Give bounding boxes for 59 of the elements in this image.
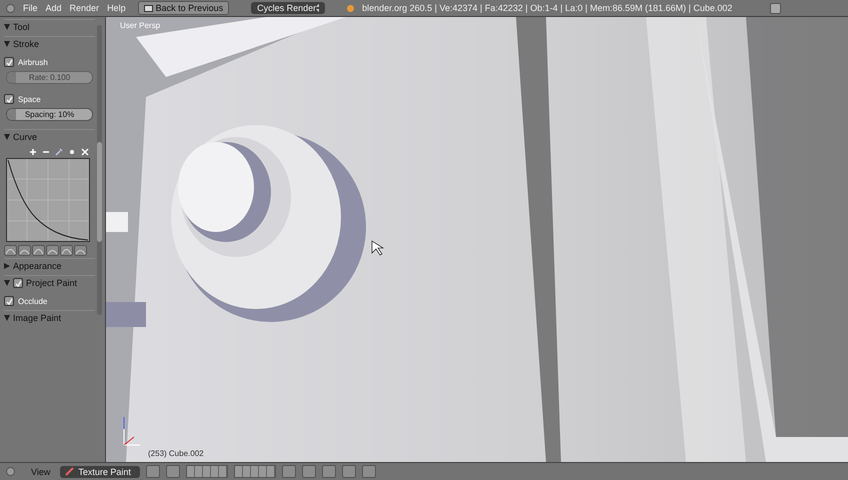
brush-icon — [65, 467, 76, 476]
panel-header[interactable]: Tool — [13, 22, 30, 32]
layer-buttons[interactable] — [234, 465, 276, 478]
shading-icon[interactable] — [146, 465, 160, 478]
fullscreen-icon[interactable] — [770, 2, 782, 14]
checkbox[interactable] — [4, 296, 14, 306]
layer-buttons[interactable] — [186, 465, 228, 478]
scene-stats: blender.org 260.5 | Ve:42374 | Fa:42232 | Ob:1-4 | La:0 | Mem:86.59M (181.66M) | Cube.002 — [362, 3, 732, 13]
curve-preset-icon[interactable] — [32, 245, 45, 256]
panel-header[interactable]: Stroke — [13, 39, 40, 49]
curve-preset-icon[interactable] — [60, 245, 73, 256]
collapse-icon[interactable] — [6, 4, 15, 12]
object-label: (253) Cube.002 — [148, 449, 204, 458]
disclosure-triangle-icon[interactable] — [4, 263, 10, 269]
toolbar-icon[interactable] — [342, 465, 356, 478]
panel-header[interactable]: Project Paint — [26, 278, 78, 288]
disclosure-triangle-icon[interactable] — [4, 24, 10, 30]
close-icon[interactable] — [81, 148, 89, 156]
curve-preset-icon[interactable] — [4, 245, 17, 256]
overlay-icon[interactable] — [166, 465, 180, 478]
panel-header[interactable]: Curve — [13, 132, 38, 142]
checkbox[interactable] — [13, 278, 23, 288]
menu-item[interactable]: Help — [107, 3, 126, 13]
toolbar-icon[interactable] — [362, 465, 376, 478]
checkbox-label: Occlude — [18, 296, 48, 306]
disclosure-triangle-icon[interactable] — [4, 134, 10, 140]
view-label: User Persp — [120, 21, 160, 30]
panel-header[interactable]: Appearance — [13, 261, 62, 271]
plus-icon[interactable] — [29, 148, 37, 156]
blender-logo-icon — [347, 4, 354, 12]
toolbar-icon[interactable] — [322, 465, 336, 478]
menu-item[interactable]: Add — [46, 3, 62, 13]
wrench-icon[interactable] — [55, 148, 63, 156]
toolbar-icon[interactable] — [302, 465, 316, 478]
scrollbar-thumb[interactable] — [97, 142, 102, 242]
back-button[interactable]: Back to Previous — [138, 1, 230, 15]
screen-icon — [144, 4, 153, 12]
panel-header[interactable]: Image Paint — [13, 313, 62, 323]
checkbox-label: Airbrush — [18, 58, 48, 66]
menu-item[interactable]: View — [31, 466, 50, 476]
falloff-curve-graph[interactable] — [6, 158, 90, 242]
checkbox[interactable] — [4, 94, 14, 104]
disclosure-triangle-icon[interactable] — [4, 280, 10, 286]
menu-item[interactable]: File — [23, 3, 38, 13]
disclosure-triangle-icon[interactable] — [4, 315, 10, 321]
curve-preset-icon[interactable] — [46, 245, 59, 256]
curve-preset-icon[interactable] — [74, 245, 87, 256]
dot-icon[interactable] — [68, 148, 76, 156]
curve-preset-icon[interactable] — [18, 245, 31, 256]
checkbox[interactable] — [4, 57, 14, 67]
checkbox-label: Space — [18, 94, 41, 104]
toolbar-icon[interactable] — [282, 465, 296, 478]
render-engine-dropdown[interactable]: Cycles Render — [251, 2, 326, 14]
collapse-icon[interactable] — [6, 467, 15, 476]
slider[interactable]: Spacing: 10% — [6, 108, 93, 121]
disclosure-triangle-icon[interactable] — [4, 41, 10, 47]
updown-arrows-icon — [316, 4, 320, 12]
menu-item[interactable]: Render — [70, 3, 100, 13]
mode-dropdown[interactable]: Texture Paint — [60, 466, 140, 478]
